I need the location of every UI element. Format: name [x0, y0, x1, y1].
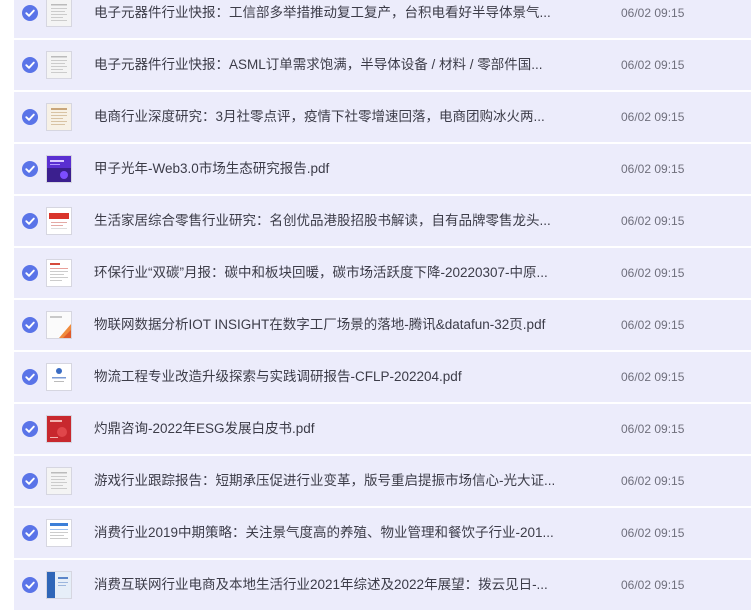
document-red-banner-icon — [46, 207, 72, 235]
document-gray-icon — [46, 51, 72, 79]
file-name[interactable]: 甲子光年-Web3.0市场生态研究报告.pdf — [94, 160, 572, 178]
file-name[interactable]: 环保行业“双碳”月报：碳中和板块回暖，碳市场活跃度下降-20220307-中原.… — [94, 264, 572, 282]
file-list: 电子元器件行业快报：工信部多举措推动复工复产，台积电看好半导体景气... 06/0… — [14, 0, 751, 612]
document-blue-lines-icon — [46, 519, 72, 547]
file-date: 06/02 09:15 — [621, 474, 685, 488]
file-date: 06/02 09:15 — [621, 214, 685, 228]
checkbox-checked-icon[interactable] — [22, 161, 38, 177]
file-name[interactable]: 灼鼎咨询-2022年ESG发展白皮书.pdf — [94, 420, 572, 438]
file-row[interactable]: 环保行业“双碳”月报：碳中和板块回暖，碳市场活跃度下降-20220307-中原.… — [14, 248, 751, 298]
file-date: 06/02 09:15 — [621, 266, 685, 280]
file-date: 06/02 09:15 — [621, 526, 685, 540]
checkbox-checked-icon[interactable] — [22, 577, 38, 593]
file-name[interactable]: 消费互联网行业电商及本地生活行业2021年综述及2022年展望：拨云见日-... — [94, 576, 572, 594]
left-margin — [0, 0, 14, 602]
file-row[interactable]: 消费互联网行业电商及本地生活行业2021年综述及2022年展望：拨云见日-...… — [14, 560, 751, 610]
checkbox-checked-icon[interactable] — [22, 57, 38, 73]
file-name[interactable]: 物流工程专业改造升级探索与实践调研报告-CFLP-202204.pdf — [94, 368, 572, 386]
checkbox-checked-icon[interactable] — [22, 213, 38, 229]
checkbox-checked-icon[interactable] — [22, 109, 38, 125]
file-name[interactable]: 电商行业深度研究：3月社零点评，疫情下社零增速回落，电商团购冰火两... — [94, 108, 572, 126]
document-purple-cover-icon — [46, 155, 72, 183]
file-name[interactable]: 物联网数据分析IOT INSIGHT在数字工厂场景的落地-腾讯&datafun-… — [94, 316, 572, 334]
checkbox-checked-icon[interactable] — [22, 369, 38, 385]
document-orange-cover-icon — [46, 311, 72, 339]
file-row[interactable]: 电子元器件行业快报：工信部多举措推动复工复产，台积电看好半导体景气... 06/0… — [14, 0, 751, 38]
document-tan-icon — [46, 103, 72, 131]
file-date: 06/02 09:15 — [621, 6, 685, 20]
file-date: 06/02 09:15 — [621, 370, 685, 384]
checkbox-checked-icon[interactable] — [22, 525, 38, 541]
file-row[interactable]: 游戏行业跟踪报告：短期承压促进行业变革，版号重启提振市场信心-光大证... 06/… — [14, 456, 751, 506]
checkbox-checked-icon[interactable] — [22, 421, 38, 437]
document-blue-cover-icon — [46, 571, 72, 599]
file-row[interactable]: 消费行业2019中期策略：关注景气度高的养殖、物业管理和餐饮子行业-201...… — [14, 508, 751, 558]
file-row[interactable]: 物联网数据分析IOT INSIGHT在数字工厂场景的落地-腾讯&datafun-… — [14, 300, 751, 350]
file-row[interactable]: 生活家居综合零售行业研究：名创优品港股招股书解读，自有品牌零售龙头... 06/0… — [14, 196, 751, 246]
document-gray-icon — [46, 467, 72, 495]
checkbox-checked-icon[interactable] — [22, 317, 38, 333]
checkbox-checked-icon[interactable] — [22, 5, 38, 21]
file-date: 06/02 09:15 — [621, 162, 685, 176]
document-gray-icon — [46, 0, 72, 27]
file-name[interactable]: 消费行业2019中期策略：关注景气度高的养殖、物业管理和餐饮子行业-201... — [94, 524, 572, 542]
file-row[interactable]: 电子元器件行业快报：ASML订单需求饱满，半导体设备 / 材料 / 零部件国..… — [14, 40, 751, 90]
file-row[interactable]: 物流工程专业改造升级探索与实践调研报告-CFLP-202204.pdf 06/02… — [14, 352, 751, 402]
document-red-cover-icon — [46, 415, 72, 443]
file-name[interactable]: 电子元器件行业快报：ASML订单需求饱满，半导体设备 / 材料 / 零部件国..… — [94, 56, 572, 74]
file-date: 06/02 09:15 — [621, 578, 685, 592]
file-date: 06/02 09:15 — [621, 58, 685, 72]
file-name[interactable]: 电子元器件行业快报：工信部多举措推动复工复产，台积电看好半导体景气... — [94, 4, 572, 22]
file-date: 06/02 09:15 — [621, 110, 685, 124]
file-row[interactable]: 灼鼎咨询-2022年ESG发展白皮书.pdf 06/02 09:15 — [14, 404, 751, 454]
file-name[interactable]: 游戏行业跟踪报告：短期承压促进行业变革，版号重启提振市场信心-光大证... — [94, 472, 572, 490]
file-date: 06/02 09:15 — [621, 422, 685, 436]
checkbox-checked-icon[interactable] — [22, 265, 38, 281]
file-date: 06/02 09:15 — [621, 318, 685, 332]
checkbox-checked-icon[interactable] — [22, 473, 38, 489]
file-row[interactable]: 甲子光年-Web3.0市场生态研究报告.pdf 06/02 09:15 — [14, 144, 751, 194]
document-blue-logo-icon — [46, 363, 72, 391]
file-name[interactable]: 生活家居综合零售行业研究：名创优品港股招股书解读，自有品牌零售龙头... — [94, 212, 572, 230]
file-row[interactable]: 电商行业深度研究：3月社零点评，疫情下社零增速回落，电商团购冰火两... 06/0… — [14, 92, 751, 142]
document-red-header-icon — [46, 259, 72, 287]
